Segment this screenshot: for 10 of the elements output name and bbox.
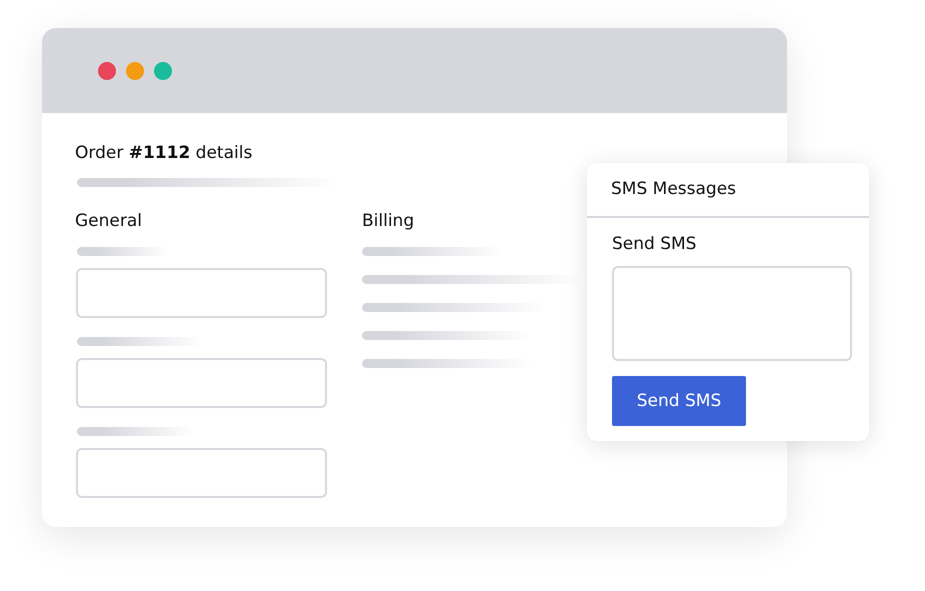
- section-heading: General: [75, 210, 143, 233]
- send-button[interactable]: Send SMS: [612, 376, 746, 426]
- message-field[interactable]: [612, 266, 852, 361]
- input-field[interactable]: [76, 268, 327, 318]
- field-label: Send SMS: [612, 233, 696, 256]
- section-heading: Billing: [362, 210, 416, 233]
- input-field[interactable]: [76, 448, 327, 498]
- order-title: Order #1112 details: [75, 142, 254, 165]
- card-title: SMS Messages: [587, 163, 869, 218]
- input-field[interactable]: [76, 358, 327, 408]
